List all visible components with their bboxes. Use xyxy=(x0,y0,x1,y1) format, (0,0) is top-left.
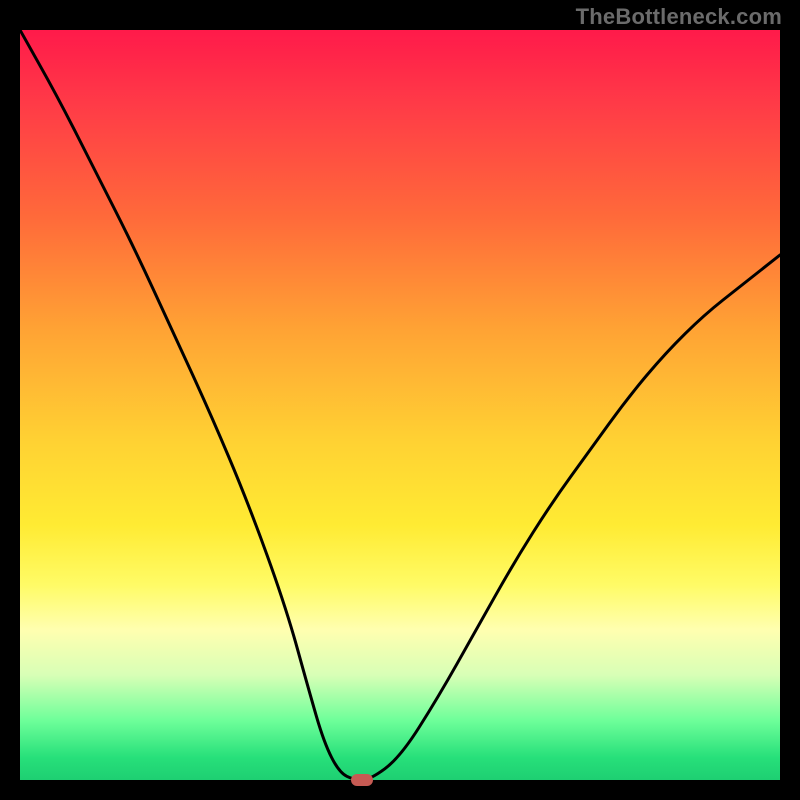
bottleneck-curve xyxy=(20,30,780,780)
optimal-marker xyxy=(351,774,373,786)
plot-area xyxy=(20,30,780,780)
chart-frame: TheBottleneck.com xyxy=(0,0,800,800)
watermark-text: TheBottleneck.com xyxy=(576,4,782,30)
